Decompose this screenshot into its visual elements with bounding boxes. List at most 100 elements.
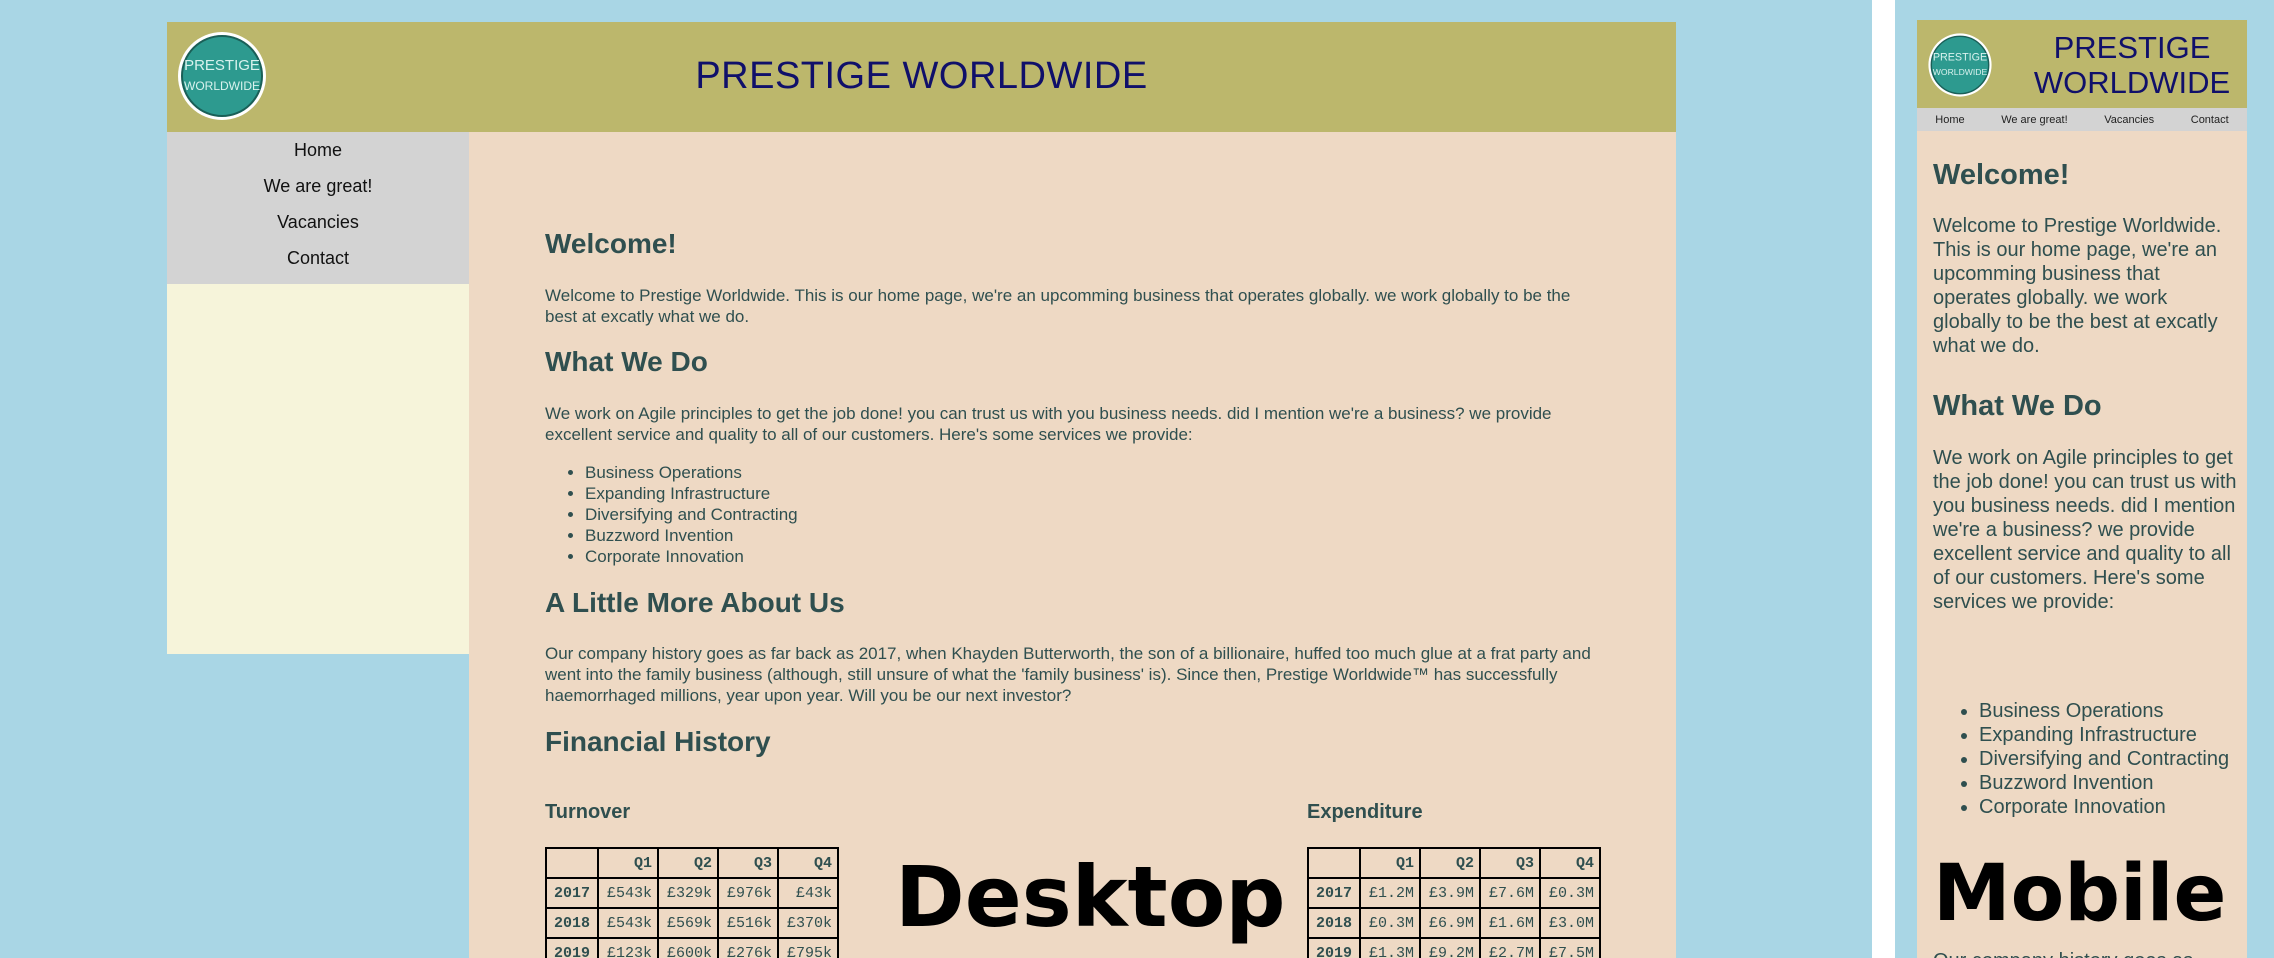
expenditure-heading: Expenditure [1307, 801, 1423, 823]
list-item: Expanding Infrastructure [1979, 723, 2239, 747]
list-item: Buzzword Invention [1979, 771, 2239, 795]
table-cell: £7.5M [1539, 937, 1601, 958]
table-year-cell: 2018 [545, 907, 599, 939]
list-item: Corporate Innovation [1979, 795, 2239, 819]
table-year-cell: 2018 [1307, 907, 1361, 939]
financial-history-heading: Financial History [545, 726, 771, 757]
table-year-cell: 2019 [545, 937, 599, 958]
mobile-logo-text-top: PRESTIGE [1933, 52, 1987, 64]
table-header-q4: Q4 [1539, 847, 1601, 879]
table-cell: £795k [777, 937, 839, 958]
table-header-q3: Q3 [1479, 847, 1541, 879]
table-cell: £2.7M [1479, 937, 1541, 958]
table-header-row: Q1 Q2 Q3 Q4 [545, 847, 839, 879]
list-item: Business Operations [1979, 699, 2239, 723]
table-cell: £1.3M [1359, 937, 1421, 958]
table-cell: £543k [597, 907, 659, 939]
table-header-q2: Q2 [657, 847, 719, 879]
mobile-view: PRESTIGE WORLDWIDE PRESTIGE WORLDWIDE Ho… [1917, 20, 2247, 958]
table-cell: £3.0M [1539, 907, 1601, 939]
table-cell: £569k [657, 907, 719, 939]
nav-home-link[interactable]: Home [167, 136, 469, 172]
table-header-q4: Q4 [777, 847, 839, 879]
table-cell: £123k [597, 937, 659, 958]
view-divider [1872, 0, 1895, 958]
mobile-nav-we-are-great-link[interactable]: We are great! [2001, 114, 2067, 126]
mobile-nav-home-link[interactable]: Home [1935, 114, 1964, 126]
about-paragraph: Our company history goes as far back as … [545, 644, 1591, 705]
welcome-heading: Welcome! [545, 228, 677, 259]
table-row: 2018 £0.3M £6.9M £1.6M £3.0M [1307, 907, 1601, 939]
expenditure-table: Q1 Q2 Q3 Q4 2017 £1.2M £3.9M £7.6M £0.3M… [1307, 847, 1601, 958]
services-list: Business Operations Expanding Infrastruc… [545, 462, 798, 567]
what-we-do-paragraph: We work on Agile principles to get the j… [545, 404, 1552, 444]
table-header-row: Q1 Q2 Q3 Q4 [1307, 847, 1601, 879]
table-cell: £0.3M [1539, 877, 1601, 909]
table-row: 2019 £123k £600k £276k £795k [545, 937, 839, 958]
table-header-q1: Q1 [1359, 847, 1421, 879]
nav-contact-link[interactable]: Contact [167, 244, 469, 280]
mobile-nav-menu: Home We are great! Vacancies Contact [1917, 108, 2247, 131]
table-cell: £976k [717, 877, 779, 909]
table-cell: £0.3M [1359, 907, 1421, 939]
table-corner-cell [1307, 847, 1361, 879]
table-header-q1: Q1 [597, 847, 659, 879]
mobile-logo-text-bottom: WORLDWIDE [1933, 67, 1988, 77]
table-corner-cell [545, 847, 599, 879]
table-year-cell: 2017 [545, 877, 599, 909]
table-year-cell: 2019 [1307, 937, 1361, 958]
mobile-nav-contact-link[interactable]: Contact [2191, 114, 2229, 126]
table-cell: £543k [597, 877, 659, 909]
mobile-label: Mobile [1933, 849, 2227, 939]
table-cell: £329k [657, 877, 719, 909]
nav-menu: Home We are great! Vacancies Contact [167, 132, 469, 284]
welcome-paragraph: Welcome to Prestige Worldwide. This is o… [545, 286, 1571, 326]
table-row: 2019 £1.3M £9.2M £2.7M £7.5M [1307, 937, 1601, 958]
table-row: 2018 £543k £569k £516k £370k [545, 907, 839, 939]
mobile-what-we-do-heading: What We Do [1933, 390, 2102, 422]
list-item: Diversifying and Contracting [1979, 747, 2239, 771]
nav-vacancies-link[interactable]: Vacancies [167, 208, 469, 244]
turnover-heading: Turnover [545, 801, 631, 823]
desktop-label: Desktop [895, 848, 1286, 946]
mobile-nav-vacancies-link[interactable]: Vacancies [2104, 114, 2154, 126]
table-cell: £9.2M [1419, 937, 1481, 958]
table-cell: £3.9M [1419, 877, 1481, 909]
table-header-q3: Q3 [717, 847, 779, 879]
site-header: PRESTIGE WORLDWIDE PRESTIGE WORLDWIDE [167, 22, 1676, 132]
table-cell: £1.2M [1359, 877, 1421, 909]
mobile-about-paragraph-start: Our company history goes as [1933, 949, 2238, 958]
list-item: Diversifying and Contracting [585, 504, 798, 525]
about-heading: A Little More About Us [545, 587, 845, 618]
table-cell: £370k [777, 907, 839, 939]
table-cell: £43k [777, 877, 839, 909]
list-item: Buzzword Invention [585, 525, 798, 546]
mobile-welcome-heading: Welcome! [1933, 159, 2070, 191]
table-cell: £6.9M [1419, 907, 1481, 939]
site-title: PRESTIGE WORLDWIDE [695, 55, 1148, 97]
list-item: Expanding Infrastructure [585, 483, 798, 504]
table-cell: £276k [717, 937, 779, 958]
mobile-site-header: PRESTIGE WORLDWIDE PRESTIGE WORLDWIDE [1917, 20, 2247, 108]
mobile-company-logo[interactable]: PRESTIGE WORLDWIDE [1927, 32, 1993, 98]
table-cell: £1.6M [1479, 907, 1541, 939]
mobile-welcome-paragraph: Welcome to Prestige Worldwide. This is o… [1933, 215, 2222, 357]
mobile-what-we-do-paragraph: We work on Agile principles to get the j… [1933, 447, 2237, 613]
table-cell: £516k [717, 907, 779, 939]
table-row: 2017 £543k £329k £976k £43k [545, 877, 839, 909]
mobile-site-title: PRESTIGE WORLDWIDE [2033, 30, 2231, 100]
table-row: 2017 £1.2M £3.9M £7.6M £0.3M [1307, 877, 1601, 909]
nav-we-are-great-link[interactable]: We are great! [167, 172, 469, 208]
desktop-view: PRESTIGE WORLDWIDE PRESTIGE WORLDWIDE Ho… [167, 22, 1676, 958]
table-cell: £600k [657, 937, 719, 958]
list-item: Business Operations [585, 462, 798, 483]
table-cell: £7.6M [1479, 877, 1541, 909]
sidebar: Home We are great! Vacancies Contact [167, 132, 469, 654]
what-we-do-heading: What We Do [545, 346, 708, 377]
mobile-services-list: Business Operations Expanding Infrastruc… [1933, 699, 2239, 819]
turnover-table: Q1 Q2 Q3 Q4 2017 £543k £329k £976k £43k … [545, 847, 839, 958]
list-item: Corporate Innovation [585, 546, 798, 567]
table-year-cell: 2017 [1307, 877, 1361, 909]
main-content: Welcome! Welcome to Prestige Worldwide. … [469, 132, 1676, 958]
table-header-q2: Q2 [1419, 847, 1481, 879]
